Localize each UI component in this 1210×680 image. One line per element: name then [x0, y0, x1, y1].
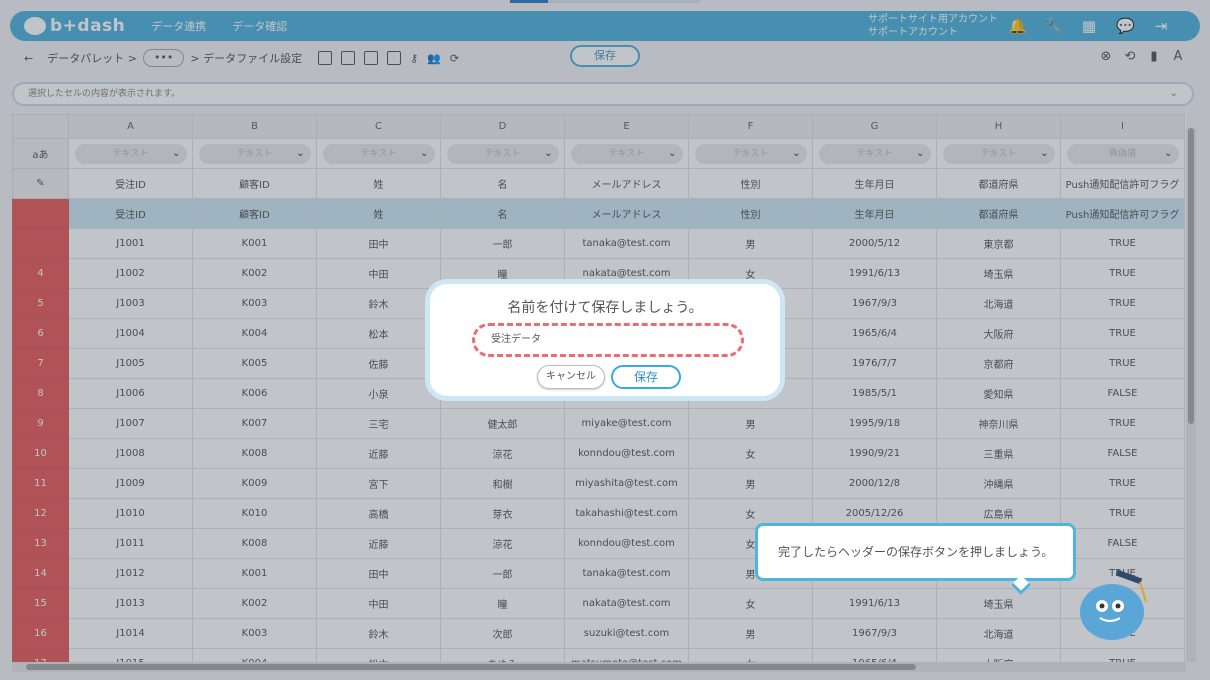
guide-tooltip: 完了したらヘッダーの保存ボタンを押しましょう。 — [755, 523, 1076, 581]
save-button[interactable]: 保存 — [611, 365, 681, 389]
file-name-input[interactable]: 受注データ — [472, 323, 744, 357]
cancel-button[interactable]: キャンセル — [537, 365, 605, 389]
mascot-icon — [1080, 569, 1147, 640]
dialog-title: 名前を付けて保存しましょう。 — [507, 300, 703, 316]
save-name-dialog: 名前を付けて保存しましょう。 受注データ キャンセル 保存 — [425, 279, 785, 401]
